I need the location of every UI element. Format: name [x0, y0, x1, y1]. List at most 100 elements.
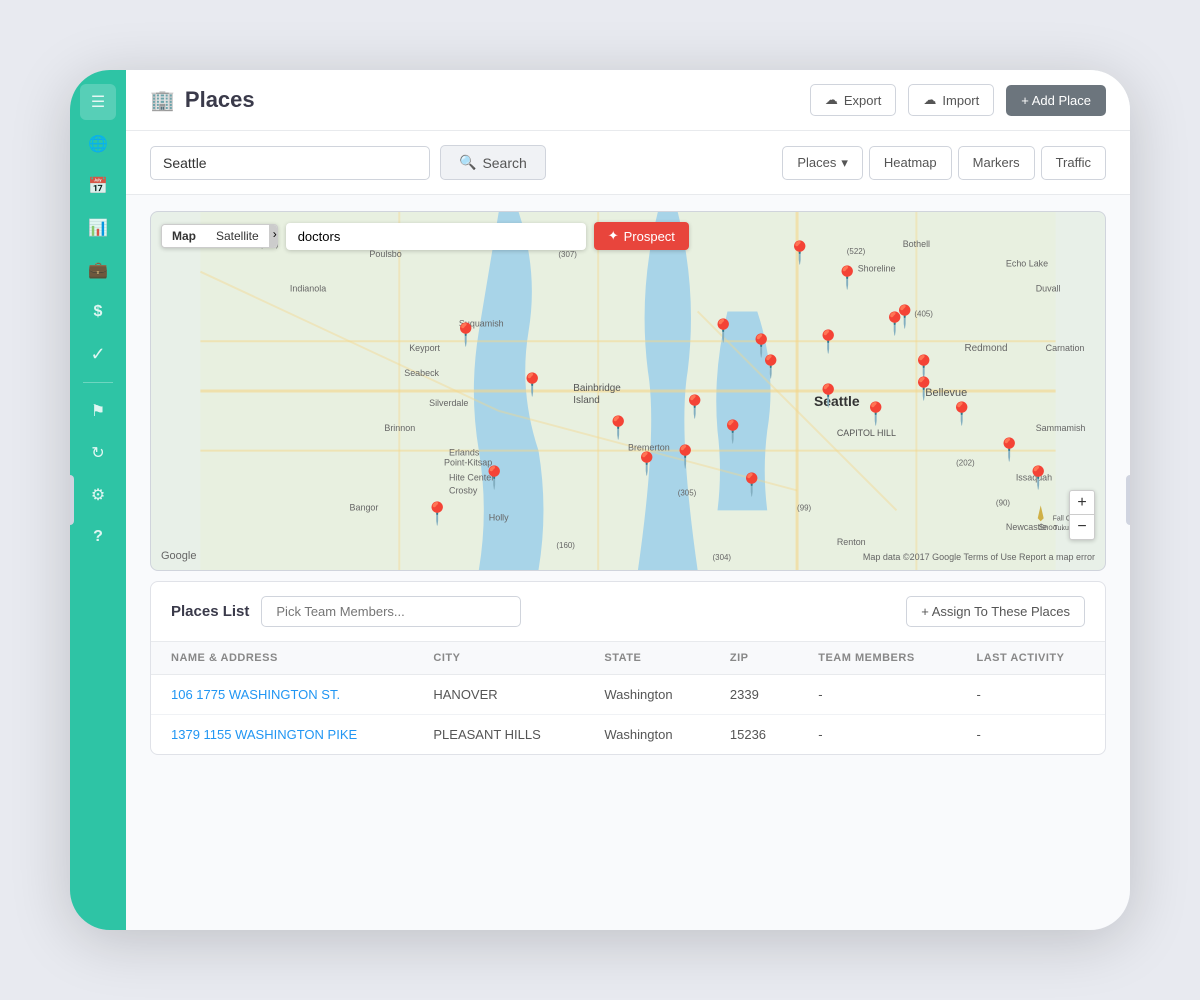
place-state-cell: Washington	[584, 715, 709, 755]
page-header: 🏢 Places ☁ Export ☁ Import + Add Place	[126, 70, 1130, 131]
place-name-cell[interactable]: 1379 1155 WASHINGTON PIKE	[151, 715, 413, 755]
add-place-label: + Add Place	[1021, 93, 1091, 108]
map-pin-blue-9[interactable]: 📍	[815, 383, 842, 409]
place-zip-cell: 2339	[710, 675, 798, 715]
place-activity-cell: -	[957, 675, 1106, 715]
import-button[interactable]: ☁ Import	[908, 84, 994, 116]
export-icon: ☁	[825, 92, 838, 108]
zoom-in-button[interactable]: +	[1070, 491, 1094, 515]
map-pin-blue-8[interactable]: 📍	[738, 472, 765, 498]
svg-text:Erlands: Erlands	[449, 448, 480, 458]
place-activity-cell: -	[957, 715, 1106, 755]
svg-text:Bainbridge: Bainbridge	[573, 383, 621, 394]
table-header-row: NAME & ADDRESS CITY STATE ZIP TEAM MEMBE…	[151, 642, 1105, 675]
traffic-button[interactable]: Traffic	[1041, 146, 1106, 180]
place-name-cell[interactable]: 106 1775 WASHINGTON ST.	[151, 675, 413, 715]
flag-icon[interactable]: ⚑	[80, 393, 116, 429]
assign-button[interactable]: + Assign To These Places	[906, 596, 1085, 627]
search-icon: 🔍	[459, 154, 476, 171]
places-dropdown-button[interactable]: Places ▾	[782, 146, 863, 180]
help-icon[interactable]: ?	[80, 519, 116, 555]
map-type-map[interactable]: Map	[162, 225, 206, 247]
map-pin-red-3[interactable]: 📍	[605, 415, 632, 441]
import-icon: ☁	[923, 92, 936, 108]
add-place-button[interactable]: + Add Place	[1006, 85, 1106, 116]
export-button[interactable]: ☁ Export	[810, 84, 897, 116]
location-search-input[interactable]	[150, 146, 430, 180]
col-name-address: NAME & ADDRESS	[151, 642, 413, 675]
search-button[interactable]: 🔍 Search	[440, 145, 546, 180]
map-search-input[interactable]	[286, 223, 586, 250]
checkmark-icon[interactable]: ✓	[80, 336, 116, 372]
map-type-satellite[interactable]: Satellite	[206, 225, 269, 247]
globe-icon[interactable]: 🌐	[80, 126, 116, 162]
places-label: Places	[797, 155, 836, 170]
svg-text:Keyport: Keyport	[409, 343, 440, 353]
map-pin-blue-13[interactable]: 📍	[423, 501, 450, 527]
map-pin-red-9[interactable]: 📍	[948, 401, 975, 427]
place-team-cell: -	[798, 675, 956, 715]
map-pin-red-7[interactable]: 📍	[891, 304, 918, 330]
page-title-text: Places	[185, 87, 255, 113]
chart-icon[interactable]: 📊	[80, 210, 116, 246]
map-pin-blue-6[interactable]: 📍	[719, 419, 746, 445]
map-pin-red-11[interactable]: 📍	[1025, 465, 1052, 491]
heatmap-label: Heatmap	[884, 155, 937, 170]
map-container[interactable]: Seattle Bellevue Redmond Shoreline Bothe…	[150, 211, 1106, 571]
places-list: Places List + Assign To These Places NAM…	[150, 581, 1106, 755]
chevron-down-icon: ▾	[841, 155, 848, 171]
map-pin-red-2[interactable]: 📍	[519, 372, 546, 398]
place-team-cell: -	[798, 715, 956, 755]
markers-button[interactable]: Markers	[958, 146, 1035, 180]
briefcase-icon[interactable]: 💼	[80, 252, 116, 288]
zoom-out-button[interactable]: −	[1070, 515, 1094, 539]
gear-icon[interactable]: ⚙	[80, 477, 116, 513]
svg-text:Island: Island	[573, 395, 600, 406]
dollar-icon[interactable]: $	[80, 294, 116, 330]
svg-text:Duvall: Duvall	[1036, 284, 1061, 294]
col-state: STATE	[584, 642, 709, 675]
map-zoom-controls: + −	[1069, 490, 1095, 540]
table-row: 1379 1155 WASHINGTON PIKE PLEASANT HILLS…	[151, 715, 1105, 755]
map-controls: Places ▾ Heatmap Markers Traffic	[782, 146, 1106, 180]
map-type-toggle[interactable]: ›	[269, 225, 277, 247]
building-icon: 🏢	[150, 88, 175, 113]
map-pin-blue-10[interactable]: 📍	[862, 401, 889, 427]
svg-text:(90): (90)	[996, 498, 1010, 507]
svg-text:Renton: Renton	[837, 537, 866, 547]
menu-icon[interactable]: ☰	[80, 84, 116, 120]
map-top-bar: Map Satellite › ✦ Prospect	[161, 222, 1095, 250]
svg-text:Silverdale: Silverdale	[429, 398, 468, 408]
places-table: NAME & ADDRESS CITY STATE ZIP TEAM MEMBE…	[151, 642, 1105, 754]
svg-text:Sammamish: Sammamish	[1036, 423, 1086, 433]
export-label: Export	[844, 93, 882, 108]
google-logo: Google	[161, 550, 196, 562]
col-team-members: TEAM MEMBERS	[798, 642, 956, 675]
svg-text:(307): (307)	[558, 250, 577, 259]
place-city-cell: PLEASANT HILLS	[413, 715, 584, 755]
svg-text:Redmond: Redmond	[964, 343, 1007, 354]
map-pin-red-8[interactable]: 📍	[910, 376, 937, 402]
prospect-button[interactable]: ✦ Prospect	[594, 222, 689, 250]
map-pin-blue-5[interactable]: 📍	[681, 394, 708, 420]
map-pin-blue-3[interactable]: 📍	[710, 318, 737, 344]
sync-icon[interactable]: ↻	[80, 435, 116, 471]
sidebar: ☰ 🌐 📅 📊 💼 $ ✓ ⚑ ↻ ⚙ ?	[70, 70, 126, 930]
map-pin-blue-7[interactable]: 📍	[672, 444, 699, 470]
map-pin-red-6[interactable]: 📍	[815, 329, 842, 355]
calendar-icon[interactable]: 📅	[80, 168, 116, 204]
map-type-buttons: Map Satellite ›	[161, 224, 278, 248]
pick-team-input[interactable]	[261, 596, 521, 627]
svg-text:Indianola: Indianola	[290, 284, 326, 294]
heatmap-button[interactable]: Heatmap	[869, 146, 952, 180]
places-list-header: Places List + Assign To These Places	[151, 582, 1105, 642]
map-pin-red-10[interactable]: 📍	[996, 437, 1023, 463]
svg-text:Crosby: Crosby	[449, 485, 478, 495]
map-pin-red-4[interactable]: 📍	[633, 451, 660, 477]
map-pin-blue-1[interactable]: 📍	[786, 240, 813, 266]
map-pin-red-5[interactable]: 📍	[748, 333, 775, 359]
place-state-cell: Washington	[584, 675, 709, 715]
map-pin-blue-12[interactable]: 📍	[481, 465, 508, 491]
map-pin-blue-2[interactable]: 📍	[834, 265, 861, 291]
map-pin-red-1[interactable]: 📍	[452, 322, 479, 348]
